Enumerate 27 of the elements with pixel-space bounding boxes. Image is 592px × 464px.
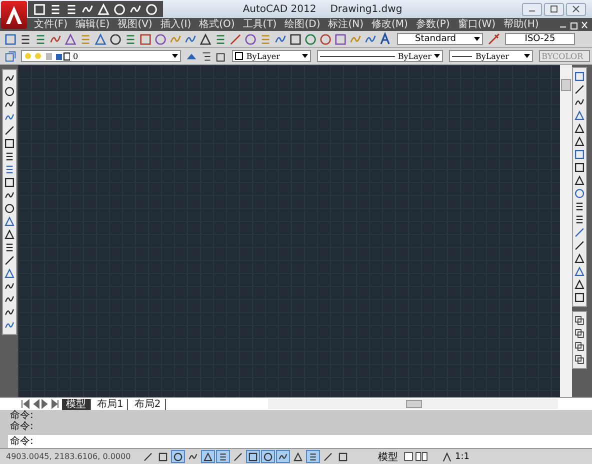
- menu-item[interactable]: 参数(P): [412, 18, 454, 30]
- menu-item[interactable]: 窗口(W): [454, 18, 500, 30]
- menu-item[interactable]: 视图(V): [114, 18, 156, 30]
- lineweight-dropdown[interactable]: ByLayer: [449, 50, 533, 62]
- dimension-style-dropdown[interactable]: ISO-25: [505, 33, 575, 45]
- menu-item[interactable]: 标注(N): [324, 18, 368, 30]
- menu-item[interactable]: 绘图(D): [280, 18, 324, 30]
- model-space-button[interactable]: 模型: [376, 450, 400, 464]
- command-history-line: 命令:: [10, 421, 34, 432]
- menu-item[interactable]: 文件(F): [30, 18, 72, 30]
- menu-item[interactable]: 插入(I): [156, 18, 196, 30]
- menu-item[interactable]: 格式(O): [195, 18, 239, 30]
- menu-item[interactable]: 编辑(E): [72, 18, 114, 30]
- command-input-field[interactable]: 命令:: [8, 435, 592, 448]
- text-style-dropdown[interactable]: Standard: [397, 33, 483, 45]
- menu-item[interactable]: 工具(T): [238, 18, 281, 30]
- color-dropdown[interactable]: ByLayer: [232, 50, 311, 62]
- layout-tab[interactable]: 模型: [62, 398, 91, 410]
- app-title: AutoCAD 2012: [242, 4, 316, 14]
- menu-item[interactable]: 帮助(H): [500, 18, 543, 30]
- linetype-dropdown[interactable]: ByLayer: [316, 50, 444, 62]
- coordinates-readout: 4903.0045, 2183.6106, 0.0000: [6, 452, 132, 461]
- command-history-line: 命令:: [10, 410, 34, 421]
- file-title: Drawing1.dwg: [330, 4, 402, 14]
- annotation-scale[interactable]: 1:1: [455, 452, 470, 462]
- layer-dropdown[interactable]: 0: [21, 50, 182, 62]
- menu-item[interactable]: 修改(M): [368, 18, 412, 30]
